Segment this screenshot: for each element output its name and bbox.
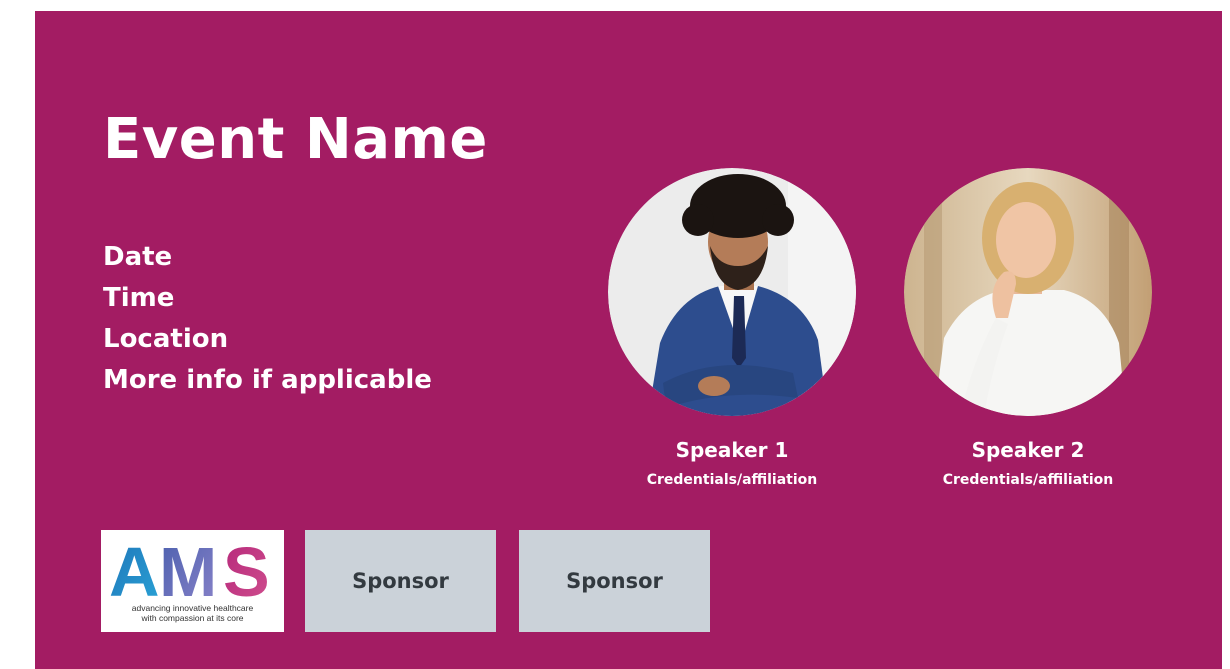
ams-logo: A M S advancing innovative healthcare wi… <box>101 530 284 632</box>
speaker-2-credentials: Credentials/affiliation <box>942 472 1114 488</box>
event-title: Event Name <box>103 107 488 172</box>
ams-tagline: advancing innovative healthcare with com… <box>101 603 284 623</box>
sponsor-box-1: Sponsor <box>305 530 496 632</box>
speaker-2-photo <box>904 168 1152 416</box>
event-location: Location <box>103 324 229 354</box>
speaker-1-photo <box>608 168 856 416</box>
speaker-card-2: Speaker 2 Credentials/affiliation <box>903 168 1153 488</box>
speaker-2-name: Speaker 2 <box>971 438 1085 462</box>
ams-tagline-line-1: advancing innovative healthcare <box>131 603 254 613</box>
ams-letter-a: A <box>109 533 160 602</box>
sponsor-box-2: Sponsor <box>519 530 710 632</box>
ams-tagline-line-2: with compassion at its core <box>141 613 244 623</box>
event-date: Date <box>103 242 173 272</box>
ams-letter-m: M <box>159 533 217 602</box>
event-details: Date Time Location More info if applicab… <box>103 237 432 401</box>
speaker-1-name: Speaker 1 <box>675 438 789 462</box>
speaker-card-1: Speaker 1 Credentials/affiliation <box>607 168 857 488</box>
event-more-info: More info if applicable <box>103 365 432 395</box>
ams-logo-mark: A M S <box>109 533 270 602</box>
event-slide: Event Name Date Time Location More info … <box>35 11 1222 669</box>
speaker-1-credentials: Credentials/affiliation <box>646 472 818 488</box>
event-time: Time <box>103 283 175 313</box>
ams-letter-s: S <box>223 533 270 602</box>
